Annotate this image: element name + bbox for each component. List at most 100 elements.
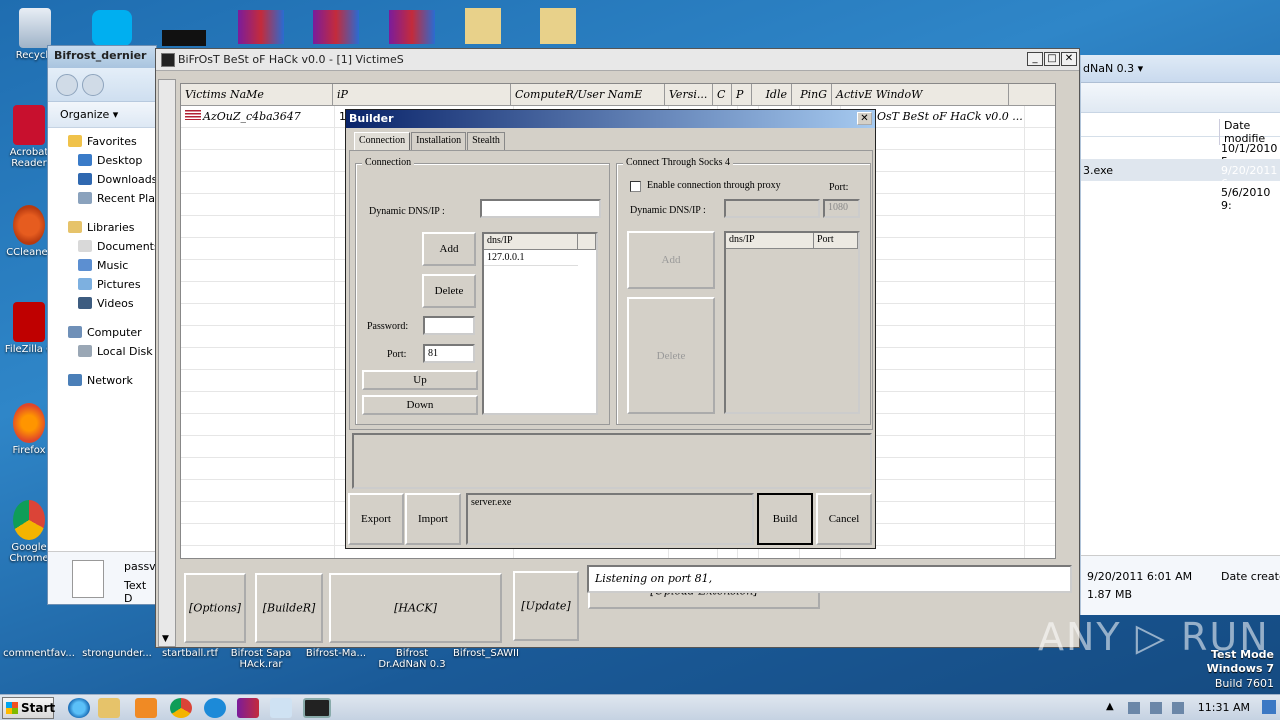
dns-list[interactable]: dns/IP 127.0.0.1 <box>482 232 598 415</box>
black-file-icon[interactable] <box>162 30 206 46</box>
nav-desktop[interactable]: Desktop <box>48 151 156 170</box>
import-button[interactable]: Import <box>405 493 461 545</box>
tab-connection[interactable]: Connection <box>354 132 411 150</box>
socks-add-button[interactable]: Add <box>627 231 715 289</box>
chrome-icon[interactable] <box>170 698 192 718</box>
bifrost-titlebar[interactable]: BiFrOsT BeSt oF HaCk v0.0 - [1] VictimeS… <box>156 49 1079 71</box>
desktop-label[interactable]: Bifrost Sapa HAck.rar <box>225 648 297 670</box>
desktop-label[interactable]: strongunder... <box>78 648 156 659</box>
column-ip[interactable]: iP <box>333 84 511 105</box>
file-row[interactable]: 3.exe 9/20/2011 6 <box>1081 159 1280 190</box>
column-computer-user[interactable]: ComputeR/User NamE <box>511 84 665 105</box>
tab-installation[interactable]: Installation <box>411 132 467 150</box>
bifrost-taskbar-icon[interactable] <box>303 698 331 718</box>
build-button[interactable]: Build <box>757 493 813 545</box>
desktop-label[interactable]: Bifrost Dr.AdNaN 0.3 <box>373 648 451 670</box>
column-active-window[interactable]: ActivE WindoW <box>832 84 1009 105</box>
network-tray-icon[interactable] <box>1128 702 1140 714</box>
skype-icon[interactable] <box>92 10 132 46</box>
volume-tray-icon[interactable] <box>1150 702 1162 714</box>
nav-network[interactable]: Network <box>48 371 156 390</box>
column-dns-ip[interactable]: dns/IP <box>726 233 814 248</box>
flag-tray-icon[interactable] <box>1172 702 1184 714</box>
column-port[interactable]: Port <box>814 233 858 248</box>
filezilla-icon <box>13 302 45 342</box>
socks-port-input[interactable]: 1080 <box>823 199 860 218</box>
column-p[interactable]: P <box>732 84 752 105</box>
tab-stealth[interactable]: Stealth <box>467 132 505 150</box>
address-bar[interactable]: dNaN 0.3 ▾ <box>1081 55 1280 83</box>
explorer-icon[interactable] <box>98 698 120 718</box>
column-idle[interactable]: Idle <box>752 84 792 105</box>
forward-icon[interactable] <box>82 74 104 96</box>
chevron-down-icon[interactable]: ▾ <box>1138 62 1144 75</box>
nav-libraries[interactable]: Libraries <box>48 218 156 237</box>
column-dns-ip[interactable]: dns/IP <box>484 234 578 249</box>
back-icon[interactable] <box>56 74 78 96</box>
builder-titlebar[interactable]: Builder ✕ <box>346 110 875 128</box>
scrollbar[interactable]: ▼ <box>158 79 176 647</box>
chevron-down-icon[interactable]: ▾ <box>113 108 119 121</box>
down-button[interactable]: Down <box>362 395 478 415</box>
organize-button[interactable]: Organize <box>60 108 109 121</box>
desktop-label[interactable]: commentfav... <box>0 648 78 659</box>
column-ping[interactable]: PinG <box>792 84 832 105</box>
tray-arrow-icon[interactable]: ▲ <box>1106 701 1114 712</box>
delete-button[interactable]: Delete <box>422 274 476 308</box>
update-button[interactable]: [Update] <box>513 571 579 641</box>
socks-dns-input[interactable] <box>724 199 820 218</box>
scroll-down-icon[interactable]: ▼ <box>162 634 169 644</box>
nav-downloads[interactable]: Downloads <box>48 170 156 189</box>
socks-port-label: Port: <box>829 182 849 193</box>
desktop-label[interactable]: startball.rtf <box>155 648 225 659</box>
column-version[interactable]: Versi... <box>665 84 713 105</box>
socks-list[interactable]: dns/IP Port <box>724 231 860 414</box>
nav-music[interactable]: Music <box>48 256 156 275</box>
ie-icon[interactable] <box>68 698 90 718</box>
export-button[interactable]: Export <box>348 493 404 545</box>
nav-local-disk[interactable]: Local Disk (C <box>48 342 156 361</box>
nav-videos[interactable]: Videos <box>48 294 156 313</box>
folder-icon[interactable] <box>540 8 576 44</box>
notepad-icon[interactable] <box>270 698 292 718</box>
dns-input[interactable] <box>480 199 601 218</box>
port-input[interactable] <box>423 344 475 363</box>
file-row[interactable]: 5/6/2010 9: <box>1081 181 1280 212</box>
nav-recent[interactable]: Recent Plac <box>48 189 156 208</box>
desktop-label[interactable]: Bifrost_SAWII <box>450 648 522 659</box>
up-button[interactable]: Up <box>362 370 478 390</box>
socks-delete-button[interactable]: Delete <box>627 297 715 414</box>
password-input[interactable] <box>423 316 475 335</box>
show-desktop-button[interactable] <box>1262 700 1276 714</box>
nav-documents[interactable]: Documents <box>48 237 156 256</box>
minimize-button[interactable]: _ <box>1027 52 1043 66</box>
nav-favorites[interactable]: Favorites <box>48 132 156 151</box>
edge-icon[interactable] <box>204 698 226 718</box>
winrar-icon[interactable] <box>237 698 259 718</box>
options-button[interactable]: [Options] <box>184 573 246 643</box>
output-filename-input[interactable] <box>466 493 754 545</box>
media-player-icon[interactable] <box>135 698 157 718</box>
desktop-label[interactable]: Bifrost-Ma... <box>300 648 372 659</box>
hack-button[interactable]: [HACK] <box>329 573 502 643</box>
winrar-icon[interactable] <box>389 10 435 44</box>
start-button[interactable]: Start <box>2 697 55 719</box>
close-button[interactable]: ✕ <box>1061 52 1077 66</box>
proxy-checkbox[interactable] <box>630 181 641 192</box>
clock[interactable]: 11:31 AM <box>1198 701 1250 714</box>
column-c[interactable]: C <box>713 84 732 105</box>
file-row[interactable]: 10/1/2010 5 <box>1081 137 1280 168</box>
winrar-icon[interactable] <box>313 10 359 44</box>
nav-computer[interactable]: Computer <box>48 323 156 342</box>
maximize-button[interactable]: □ <box>1044 52 1060 66</box>
nav-pictures[interactable]: Pictures <box>48 275 156 294</box>
list-item[interactable]: 127.0.0.1 <box>484 250 578 266</box>
add-button[interactable]: Add <box>422 232 476 266</box>
close-button[interactable]: ✕ <box>857 112 872 125</box>
builder-button[interactable]: [BuildeR] <box>255 573 323 643</box>
list-header: dns/IP <box>484 234 596 250</box>
winrar-icon[interactable] <box>238 10 284 44</box>
folder-icon[interactable] <box>465 8 501 44</box>
column-victim-name[interactable]: Victims NaMe <box>181 84 333 105</box>
cancel-button[interactable]: Cancel <box>816 493 872 545</box>
